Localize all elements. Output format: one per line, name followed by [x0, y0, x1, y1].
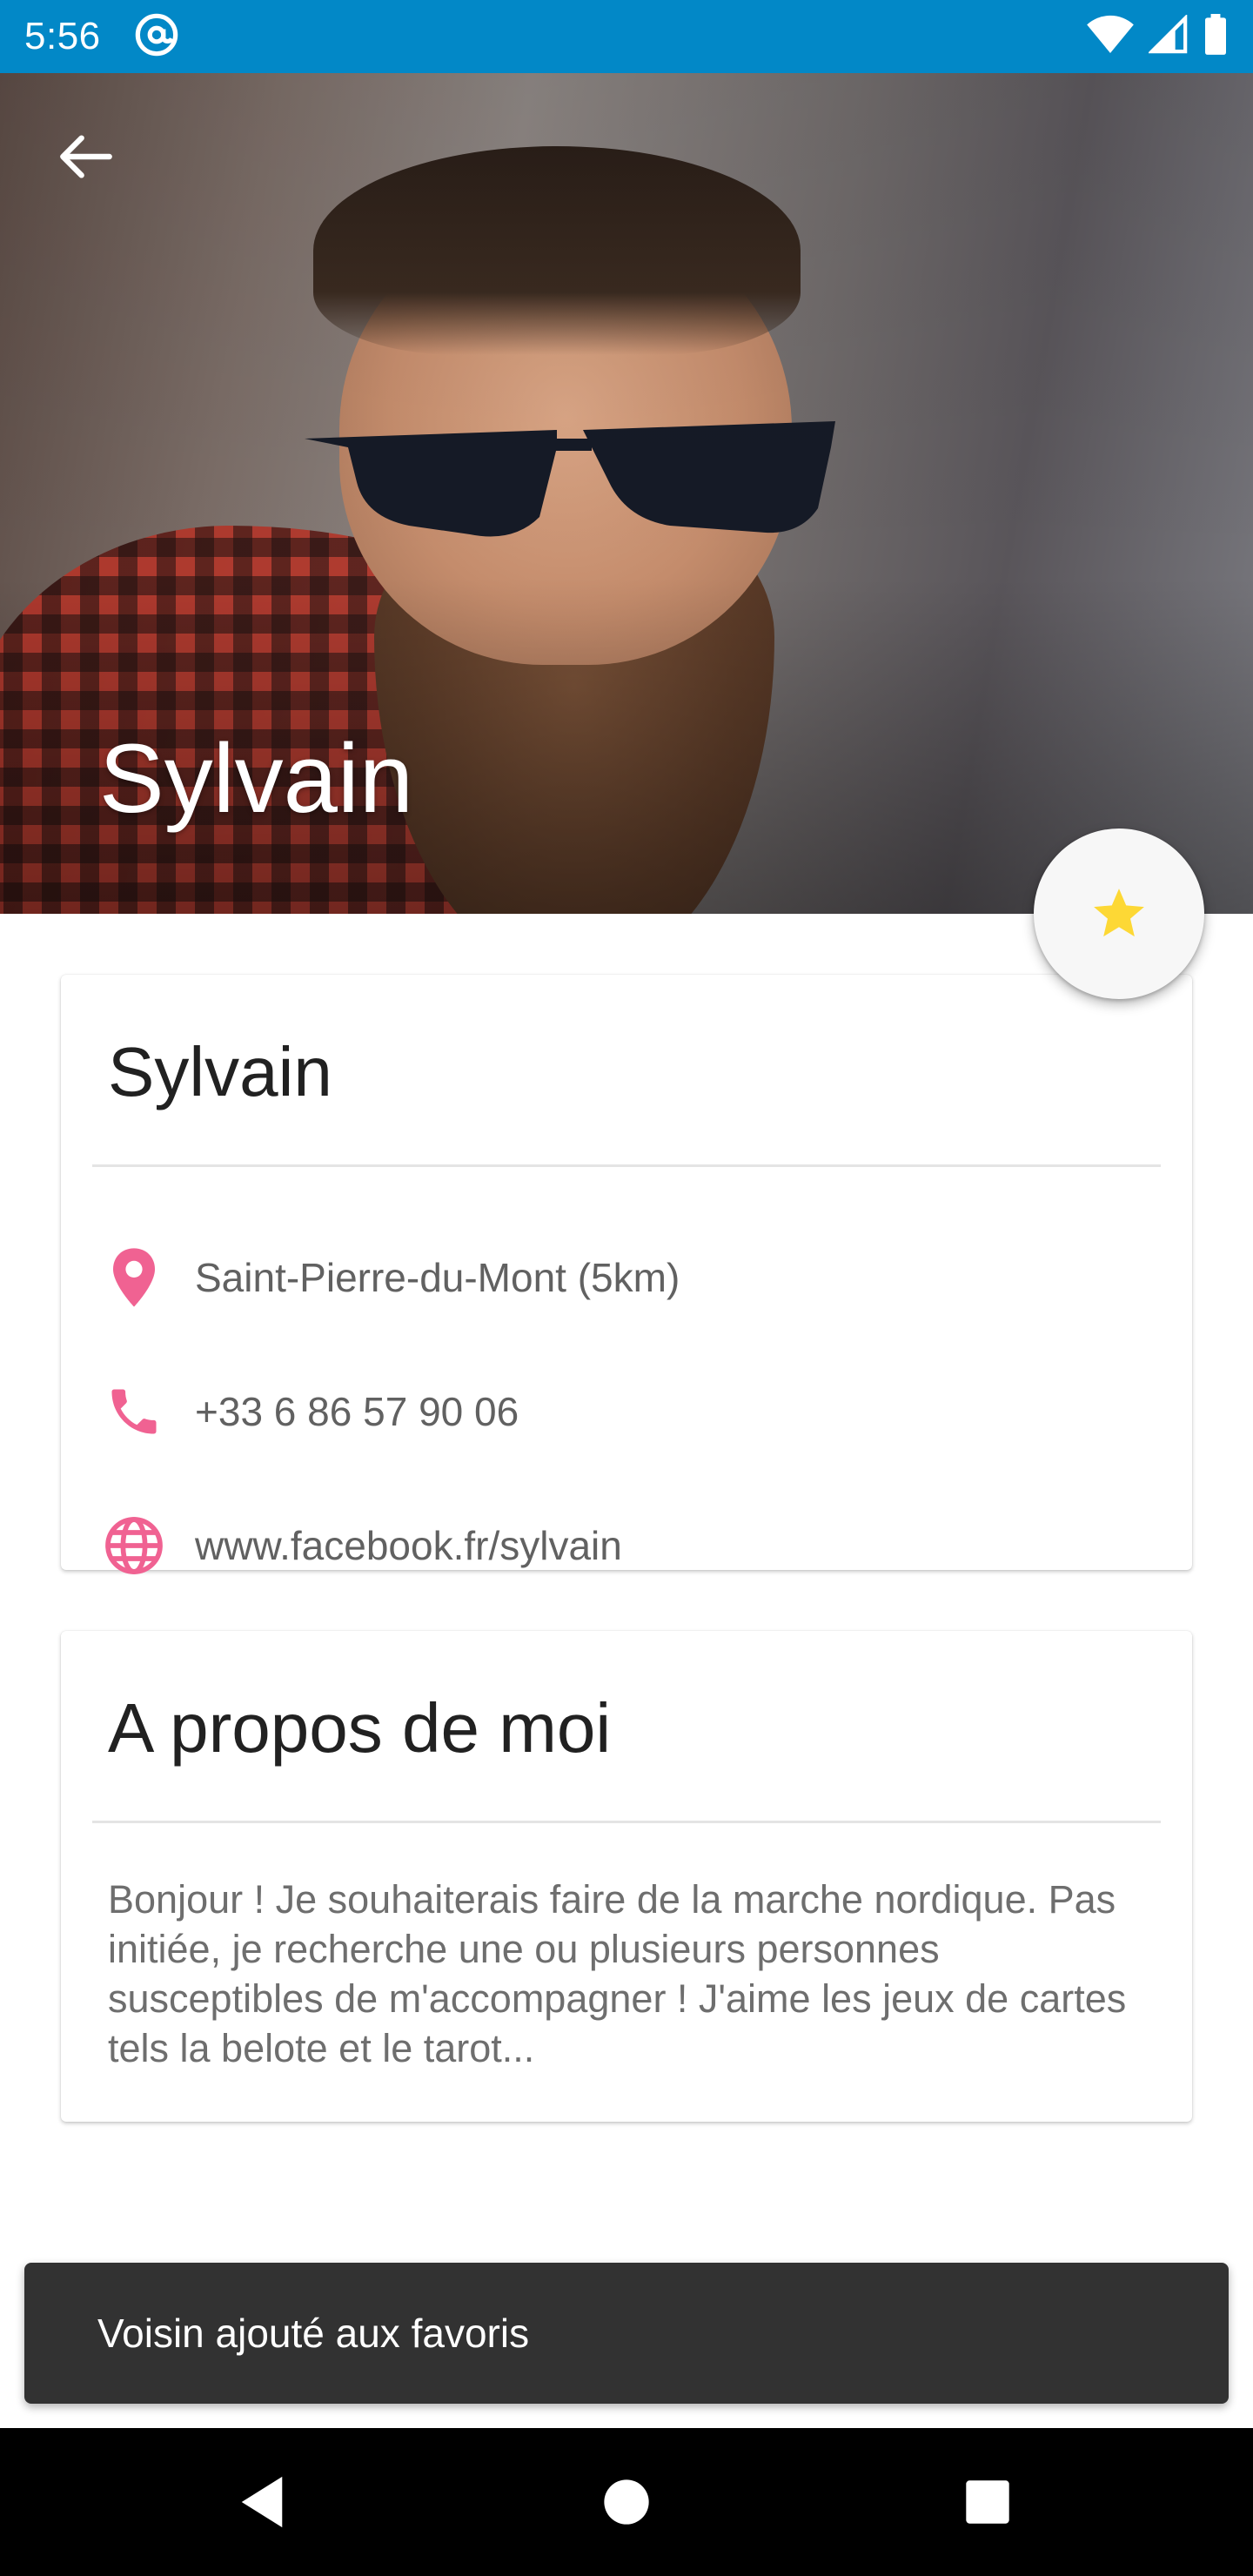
about-title: A propos de moi: [108, 1689, 612, 1767]
info-row-phone[interactable]: +33 6 86 57 90 06: [61, 1368, 1192, 1455]
status-time: 5:56: [24, 15, 101, 57]
favorite-button[interactable]: [1034, 828, 1204, 999]
status-icons: [1086, 13, 1229, 60]
globe-icon: [99, 1511, 169, 1580]
about-card: A propos de moi Bonjour ! Je souhaiterai…: [61, 1631, 1192, 2122]
back-triangle-icon: [241, 2476, 283, 2528]
navigation-bar: [0, 2428, 1253, 2576]
wifi-icon: [1086, 14, 1135, 60]
website-text: www.facebook.fr/sylvain: [195, 1523, 622, 1568]
battery-icon: [1203, 13, 1229, 60]
cellular-signal-icon: [1147, 13, 1189, 59]
back-button[interactable]: [56, 132, 117, 181]
screen: 5:56 Sylvain Sylvain Saint-Pierre-du-Mon…: [0, 0, 1253, 2576]
status-left: 5:56: [24, 12, 179, 62]
home-circle-icon: [604, 2479, 649, 2525]
phone-text: +33 6 86 57 90 06: [195, 1389, 519, 1434]
at-sign-icon: [134, 12, 179, 62]
snackbar-message: Voisin ajouté aux favoris: [97, 2311, 530, 2356]
nav-home-button[interactable]: [587, 2463, 666, 2541]
card-name: Sylvain: [108, 1033, 332, 1110]
card-divider: [92, 1164, 1161, 1167]
status-bar: 5:56: [0, 0, 1253, 73]
location-text: Saint-Pierre-du-Mont (5km): [195, 1255, 680, 1300]
info-row-website[interactable]: www.facebook.fr/sylvain: [61, 1502, 1192, 1589]
card-divider: [92, 1821, 1161, 1823]
info-row-location: Saint-Pierre-du-Mont (5km): [61, 1234, 1192, 1321]
header-title: Sylvain: [99, 724, 414, 833]
star-icon: [1094, 889, 1144, 937]
nav-recents-button[interactable]: [948, 2463, 1027, 2541]
nav-back-button[interactable]: [223, 2463, 301, 2541]
phone-icon: [99, 1377, 169, 1446]
info-card: Sylvain Saint-Pierre-du-Mont (5km) +33 6…: [61, 975, 1192, 1574]
about-text: Bonjour ! Je souhaiterais faire de la ma…: [108, 1877, 1127, 2070]
arrow-back-icon: [60, 135, 112, 178]
snackbar: Voisin ajouté aux favoris: [24, 2263, 1229, 2404]
recents-square-icon: [966, 2480, 1009, 2524]
location-pin-icon: [99, 1243, 169, 1312]
